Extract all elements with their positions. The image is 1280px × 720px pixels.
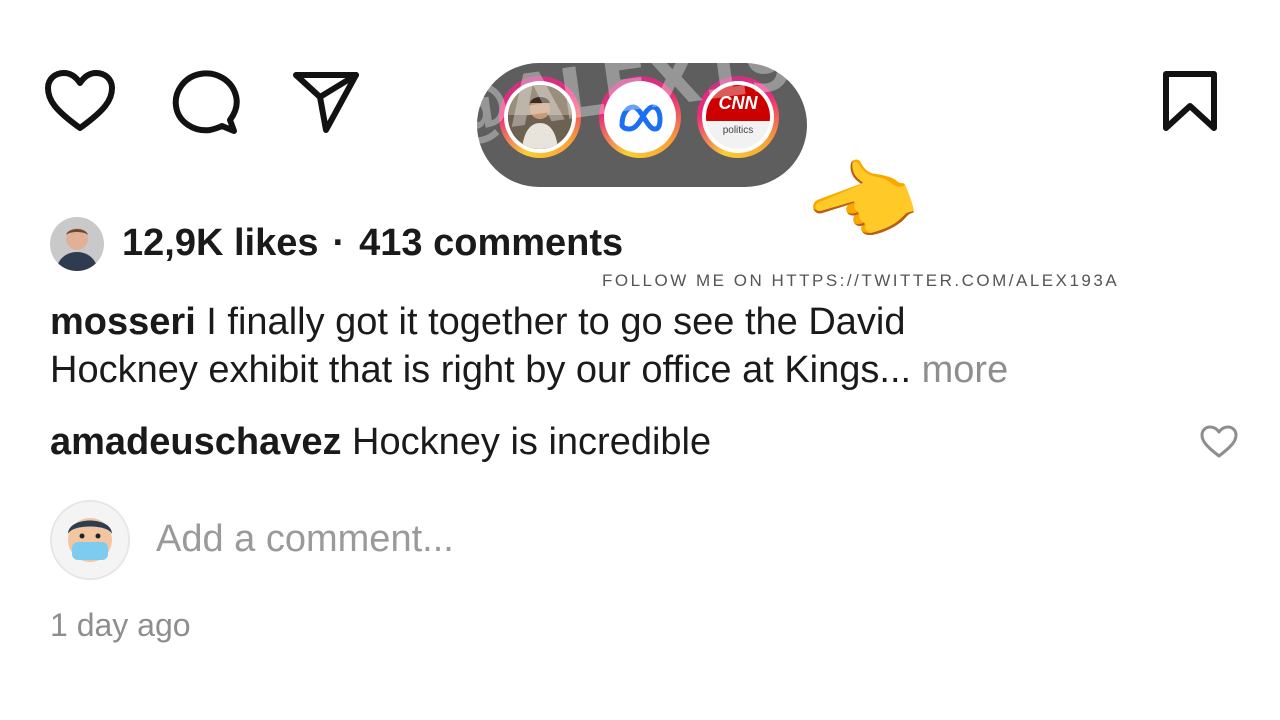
post-timestamp: 1 day ago [50, 607, 191, 643]
comments-count[interactable]: 413 comments [359, 222, 623, 264]
paper-plane-icon [293, 72, 359, 133]
masked-person-avatar-icon [52, 502, 128, 578]
caption-text-1: I finally got it together to go see the … [195, 301, 906, 343]
speech-bubble-icon [172, 70, 240, 134]
comment-like-button[interactable] [1199, 424, 1239, 460]
cnn-politics-text: politics [722, 125, 754, 136]
liker-avatar[interactable] [50, 217, 104, 271]
caption-text-2: Hockney exhibit that is right by our off… [50, 349, 912, 391]
person-avatar-icon [50, 217, 104, 271]
engagement-summary: 12,9K likes · 413 comments [122, 222, 623, 265]
more-link[interactable]: more [911, 349, 1009, 391]
caption-line-2: Hockney exhibit that is right by our off… [50, 346, 1008, 394]
caption-line-1: mosseri I finally got it together to go … [50, 298, 906, 346]
like-button[interactable] [43, 68, 117, 134]
heart-outline-icon [1200, 425, 1238, 458]
follow-banner: FOLLOW ME ON HTTPS://TWITTER.COM/ALEX193… [602, 271, 1120, 290]
caption-username[interactable]: mosseri [50, 301, 196, 343]
share-button[interactable] [292, 70, 360, 134]
likes-count[interactable]: 12,9K likes [122, 222, 318, 264]
add-comment-input[interactable]: Add a comment... [156, 518, 454, 561]
comment-username[interactable]: amadeuschavez [50, 421, 342, 463]
save-button[interactable] [1160, 70, 1220, 134]
heart-outline-icon [45, 70, 115, 131]
bookmark-icon [1163, 71, 1217, 131]
comment-row: amadeuschavez Hockney is incredible [50, 418, 711, 466]
pointing-hand-emoji: 👈 [791, 138, 931, 272]
separator-dot: · [332, 222, 346, 264]
comment-button[interactable] [170, 68, 240, 136]
comment-text: Hockney is incredible [341, 421, 712, 463]
current-user-avatar [50, 500, 130, 580]
